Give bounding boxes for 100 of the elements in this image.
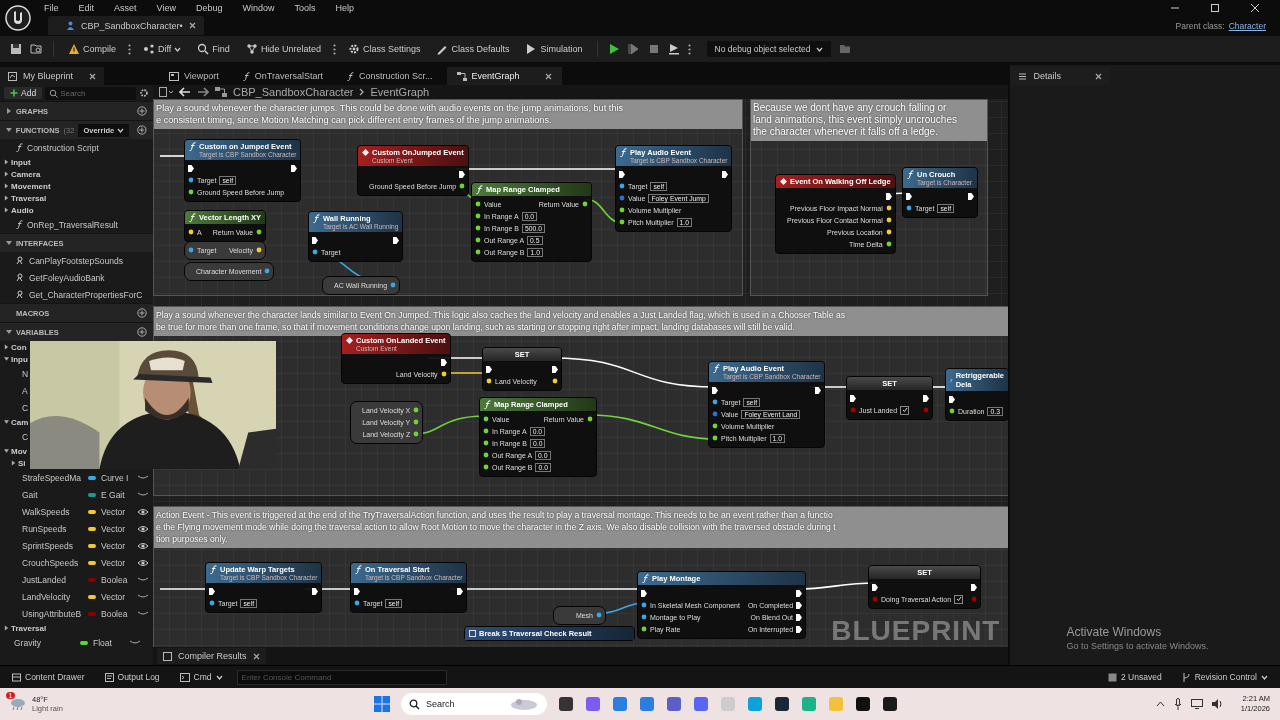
collapsed-arrow-icon[interactable]	[6, 108, 12, 114]
variable-name[interactable]: StrafeSpeedMa	[22, 472, 88, 483]
expanded-arrow-icon[interactable]	[6, 240, 12, 246]
menu-item[interactable]: File	[44, 2, 59, 13]
function-name[interactable]: Get_CharacterPropertiesForC	[29, 289, 143, 300]
exec-pin-icon[interactable]	[968, 192, 974, 200]
exec-pin-icon[interactable]	[712, 386, 718, 394]
forward-arrow-icon[interactable]	[197, 87, 209, 97]
pin-icon[interactable]	[712, 435, 718, 441]
pin-icon[interactable]	[619, 207, 625, 213]
close-tab-icon[interactable]	[544, 72, 552, 80]
pin-icon[interactable]	[587, 416, 593, 422]
toolbar-button[interactable]: Class Defaults	[432, 41, 514, 57]
add-button[interactable]: Add	[4, 87, 43, 99]
stop-icon[interactable]	[647, 43, 660, 55]
add-icon[interactable]	[137, 327, 147, 337]
checkbox[interactable]	[954, 594, 964, 604]
save-icon[interactable]	[10, 43, 22, 55]
category-label[interactable]: Input	[11, 157, 31, 167]
exec-pin-icon[interactable]	[354, 587, 360, 595]
category-label[interactable]: Traversal	[11, 623, 47, 633]
app-icon[interactable]	[855, 696, 871, 712]
closed-eye-icon[interactable]	[137, 577, 149, 582]
collapsed-arrow-icon[interactable]	[11, 460, 16, 466]
toolbar-button[interactable]: Hide Unrelated	[241, 41, 325, 57]
exec-pin-icon[interactable]	[312, 236, 318, 244]
exec-pin-icon[interactable]	[552, 365, 558, 373]
category-label[interactable]: Si	[18, 458, 26, 468]
closed-eye-icon[interactable]	[137, 611, 149, 616]
exec-pin-icon[interactable]	[641, 589, 647, 597]
pin-icon[interactable]	[885, 217, 892, 223]
variable-name[interactable]: Gait	[22, 489, 88, 500]
start-icon[interactable]	[374, 696, 390, 712]
variable-name[interactable]: WalkSpeeds	[22, 506, 88, 517]
browse-icon[interactable]	[30, 43, 43, 55]
variable-name[interactable]: CrouchSpeeds	[22, 557, 88, 568]
function-name[interactable]: CanPlayFootstepSounds	[29, 255, 124, 266]
expanded-arrow-icon[interactable]	[6, 127, 12, 133]
add-icon[interactable]	[137, 125, 147, 135]
pin-icon[interactable]	[188, 177, 194, 183]
graph-tab[interactable]: OnTraversalStart	[232, 67, 334, 85]
pin-icon[interactable]	[413, 419, 420, 425]
checkbox[interactable]	[900, 405, 910, 415]
pin-icon[interactable]	[582, 201, 588, 207]
category-label[interactable]: Traversal	[11, 193, 47, 203]
closed-eye-icon[interactable]	[137, 594, 149, 599]
exec-pin-icon[interactable]	[393, 236, 400, 244]
eject-icon[interactable]	[667, 43, 680, 55]
variable-name[interactable]: SprintSpeeds	[22, 540, 88, 551]
variable-name[interactable]: Gravity	[14, 637, 80, 648]
debug-object-dropdown[interactable]: No debug object selected	[706, 41, 832, 57]
category-label[interactable]: Inpu	[11, 354, 28, 364]
pin-icon[interactable]	[256, 229, 263, 235]
eye-icon[interactable]	[137, 541, 149, 550]
pin-icon[interactable]	[256, 247, 262, 253]
breadcrumb-link[interactable]: EventGraph	[370, 86, 430, 98]
exec-pin-icon[interactable]	[312, 587, 319, 595]
collapsed-arrow-icon[interactable]	[4, 344, 9, 350]
exec-pin-icon[interactable]	[722, 170, 729, 178]
cmd-dropdown[interactable]: Cmd	[173, 671, 229, 683]
category-label[interactable]: Con	[11, 342, 27, 352]
menu-item[interactable]: Asset	[114, 2, 137, 13]
exec-pin-icon[interactable]	[872, 583, 878, 591]
pin-icon[interactable]	[483, 428, 489, 434]
menu-item[interactable]: Debug	[195, 2, 223, 13]
exec-pin-icon[interactable]	[815, 386, 822, 394]
pin-icon[interactable]	[475, 201, 481, 207]
exec-pin-icon[interactable]	[619, 170, 625, 178]
pin-icon[interactable]	[712, 399, 718, 405]
add-icon[interactable]	[137, 106, 147, 116]
pin-icon[interactable]	[188, 189, 194, 195]
variable-name[interactable]: LandVelocity	[22, 591, 88, 602]
expanded-arrow-icon[interactable]	[4, 356, 9, 362]
menu-item[interactable]: Help	[335, 2, 354, 13]
maximize-icon[interactable]	[1210, 2, 1220, 13]
category-label[interactable]: Camera	[11, 169, 41, 179]
pin-icon[interactable]	[440, 371, 447, 377]
exec-pin-icon[interactable]	[850, 394, 856, 402]
back-arrow-icon[interactable]	[179, 87, 191, 97]
closed-eye-icon[interactable]	[129, 640, 141, 645]
variable-name[interactable]: UsingAttributeB	[22, 608, 88, 619]
pin-icon[interactable]	[312, 249, 318, 255]
pin-icon[interactable]	[413, 407, 420, 413]
pin-icon[interactable]	[641, 614, 647, 620]
pin-icon[interactable]	[475, 213, 481, 219]
eye-icon[interactable]	[137, 507, 149, 516]
graph-tab[interactable]: Construction Scr...	[337, 67, 443, 85]
pin-icon[interactable]	[619, 219, 625, 225]
closed-eye-icon[interactable]	[137, 492, 149, 497]
close-tab-icon[interactable]	[252, 652, 260, 660]
pin-icon[interactable]	[885, 241, 892, 247]
close-tab-icon[interactable]	[188, 22, 196, 29]
weather-icon[interactable]	[10, 696, 26, 710]
pin-icon[interactable]	[619, 183, 625, 189]
pin-icon[interactable]	[475, 237, 481, 243]
pin-icon[interactable]	[483, 464, 489, 470]
exec-pin-icon[interactable]	[291, 164, 298, 172]
folder-icon[interactable]	[839, 43, 852, 55]
parent-class-link[interactable]: Character	[1228, 20, 1266, 31]
pin-icon[interactable]	[483, 452, 489, 458]
